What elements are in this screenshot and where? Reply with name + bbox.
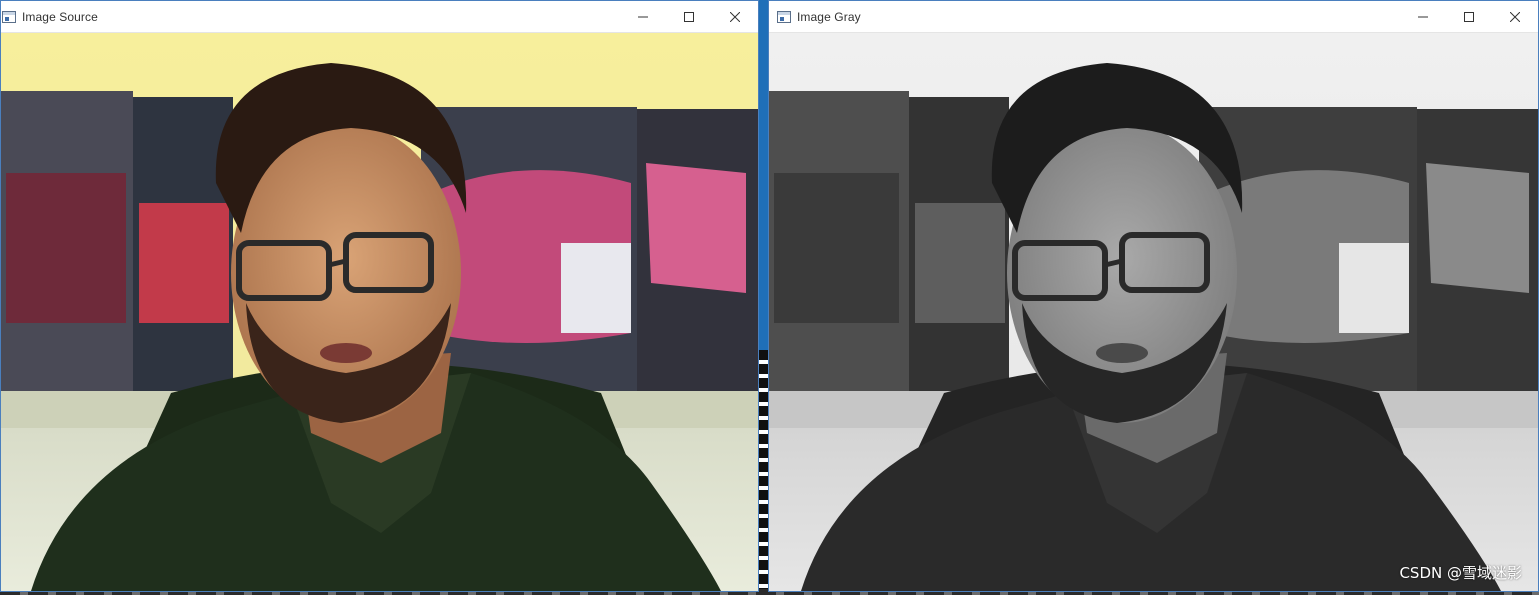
image-source-window[interactable]: Image Source bbox=[0, 0, 759, 592]
watermark-text: CSDN @雪域迷影 bbox=[1399, 564, 1522, 582]
desktop: Image Source Image Gray CSDN @雪域迷影 bbox=[0, 0, 1539, 595]
title-bar[interactable]: Image Gray bbox=[769, 1, 1538, 33]
image-gray-window[interactable]: Image Gray CSDN @雪域迷影 bbox=[768, 0, 1539, 592]
minimize-icon bbox=[1418, 16, 1428, 17]
title-bar[interactable]: Image Source bbox=[1, 1, 758, 33]
window-app-icon bbox=[777, 10, 791, 23]
close-icon bbox=[730, 11, 740, 22]
window-title: Image Gray bbox=[797, 9, 861, 24]
color-webcam-image bbox=[1, 33, 758, 591]
minimize-button[interactable] bbox=[620, 1, 666, 32]
maximize-button[interactable] bbox=[1446, 1, 1492, 32]
maximize-icon bbox=[684, 11, 694, 22]
close-icon bbox=[1510, 11, 1520, 22]
maximize-button[interactable] bbox=[666, 1, 712, 32]
minimize-button[interactable] bbox=[1400, 1, 1446, 32]
grayscale-webcam-image bbox=[769, 33, 1538, 591]
window-app-icon bbox=[2, 10, 16, 23]
maximize-icon bbox=[1464, 11, 1474, 22]
close-button[interactable] bbox=[1492, 1, 1538, 32]
minimize-icon bbox=[638, 16, 648, 17]
window-controls bbox=[1400, 1, 1538, 32]
image-gray-canvas: CSDN @雪域迷影 bbox=[769, 33, 1538, 591]
close-button[interactable] bbox=[712, 1, 758, 32]
image-source-canvas bbox=[1, 33, 758, 591]
window-controls bbox=[620, 1, 758, 32]
window-title: Image Source bbox=[22, 9, 98, 24]
